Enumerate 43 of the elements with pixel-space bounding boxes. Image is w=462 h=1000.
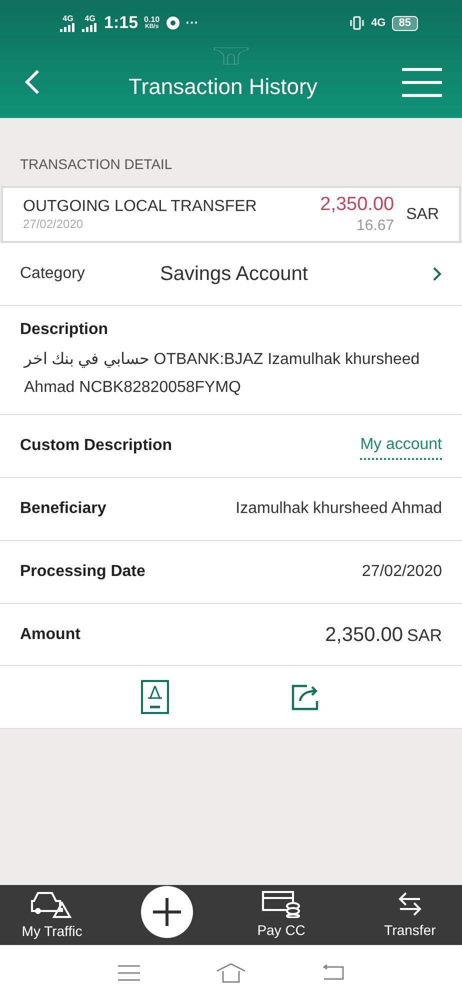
detail-label: Beneficiary — [20, 499, 106, 519]
detail-value: 27/02/2020 — [362, 562, 442, 582]
browser-icon — [166, 16, 180, 30]
share-icon[interactable] — [291, 683, 321, 711]
secondary-amount: 16.67 — [356, 217, 394, 236]
detail-label: Custom Description — [20, 436, 172, 456]
category-label: Category — [20, 264, 86, 284]
plus-icon — [152, 897, 182, 927]
home-icon[interactable] — [216, 962, 246, 982]
more-notifications: ··· — [186, 14, 199, 32]
signal-icon — [60, 22, 76, 32]
section-title: TRANSACTION DETAIL — [20, 155, 172, 174]
logo-watermark-icon — [213, 47, 249, 65]
category-value: Savings Account — [160, 262, 309, 287]
detail-label: Processing Date — [20, 562, 146, 582]
vibrate-icon — [349, 15, 366, 31]
chevron-right-icon[interactable] — [432, 266, 442, 282]
card-coins-icon — [261, 890, 302, 918]
nav-tab[interactable]: My Traffic — [12, 888, 92, 942]
description-label: Description — [20, 320, 110, 340]
back-icon[interactable] — [320, 964, 345, 982]
speed-text: 0.10 — [144, 16, 160, 24]
transaction-type: OUTGOING LOCAL TRANSFER — [23, 197, 258, 217]
currency-label: SAR — [407, 624, 442, 646]
transaction-date: 27/02/2020 — [23, 217, 84, 232]
amount-value: 2,350.00 — [325, 622, 404, 648]
network-label: 4G — [371, 16, 386, 31]
nav-tab[interactable]: Transfer — [370, 890, 450, 940]
description-text: حسابي في بنك اخر OTBANK:BJAZ Izamulhak khursheed Ahmad NCBK82820058FYMQ — [22, 350, 421, 398]
battery-indicator: 85 — [392, 16, 418, 30]
menu-icon[interactable] — [117, 964, 142, 982]
nav-tab[interactable]: Pay CC — [241, 890, 322, 940]
network-label: 4G — [84, 14, 96, 22]
custom-description-link[interactable]: My account — [360, 432, 442, 460]
detail-value: Izamulhak khursheed Ahmad — [236, 499, 442, 519]
network-label: 4G — [62, 14, 74, 22]
currency-label: SAR — [406, 204, 439, 224]
page-title: Transaction History — [128, 75, 318, 99]
signal-icon — [82, 22, 98, 32]
pdf-icon[interactable] — [141, 680, 169, 714]
time-text: 1:15 — [104, 12, 138, 34]
detail-label: Amount — [20, 624, 80, 644]
transaction-amount: 2,350.00 — [320, 193, 394, 217]
